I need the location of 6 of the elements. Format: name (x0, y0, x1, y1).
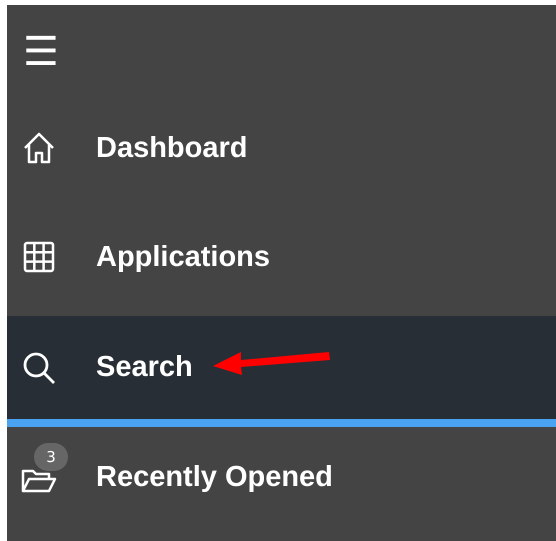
sidebar-item[interactable]: 3 Recently Opened (7, 427, 556, 527)
sidebar-item[interactable]: Applications (7, 207, 556, 307)
sidebar-item[interactable]: Search (7, 316, 556, 427)
menu-button[interactable]: ☰ (19, 32, 63, 72)
count-badge: 3 (34, 443, 68, 471)
sidebar-item[interactable]: Dashboard (7, 98, 556, 198)
